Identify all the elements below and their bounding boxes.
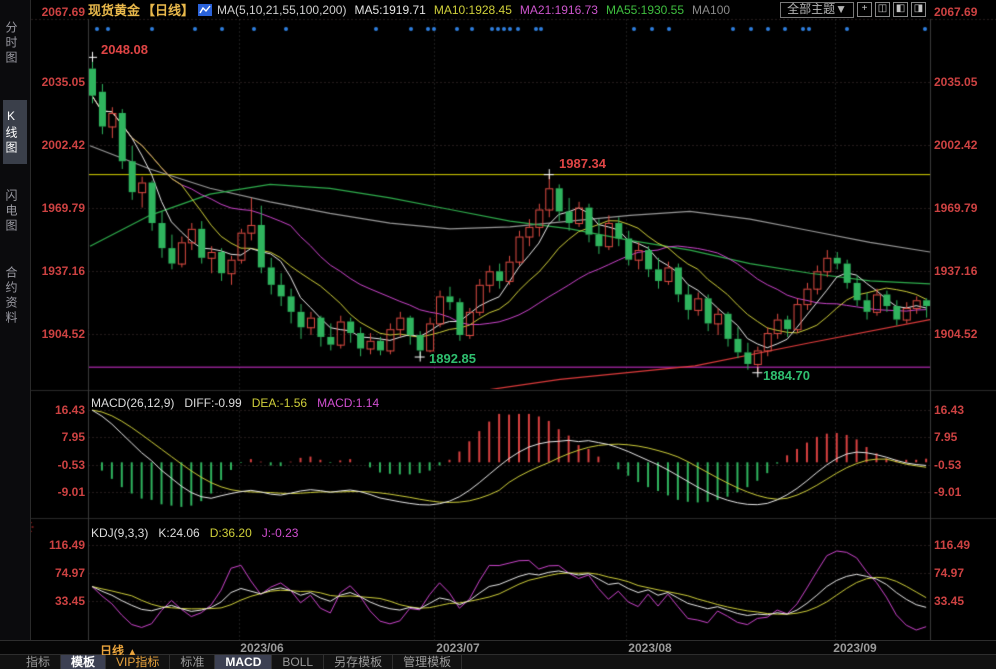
kdj-axis-label-left: 33.45 bbox=[34, 594, 85, 608]
ma100-value: MA100 bbox=[692, 3, 730, 17]
price-axis-label-right: 2002.42 bbox=[934, 138, 977, 152]
tab-standard[interactable]: 标准 bbox=[170, 655, 215, 669]
sidebar-item-timeshare[interactable]: 分时图 bbox=[3, 14, 27, 72]
tab-save-template[interactable]: 另存模板 bbox=[324, 655, 393, 669]
tab-manage-template[interactable]: 管理模板 bbox=[393, 655, 462, 669]
price-annotation-low: 1884.70 bbox=[763, 368, 810, 383]
date-axis-label: 2023/06 bbox=[230, 641, 294, 655]
kdj-axis-label-left: 74.97 bbox=[34, 566, 85, 580]
price-axis-label-left: 1904.52 bbox=[34, 327, 85, 341]
ma55-value: MA55:1930.55 bbox=[606, 3, 684, 17]
price-axis-label-right: 2035.05 bbox=[934, 75, 977, 89]
macd-axis-label-left: 7.95 bbox=[34, 430, 85, 444]
price-annotation-high: 1987.34 bbox=[559, 156, 606, 171]
macd-name: MACD(26,12,9) bbox=[91, 396, 174, 410]
price-axis-label-left: 2035.05 bbox=[34, 75, 85, 89]
ma-group-label: MA(5,10,21,55,100,200) bbox=[217, 3, 346, 17]
pan-icon[interactable]: + bbox=[857, 2, 872, 17]
kdj-k-value: K:24.06 bbox=[158, 526, 199, 540]
kdj-d-value: D:36.20 bbox=[210, 526, 252, 540]
ma5-value: MA5:1919.71 bbox=[354, 3, 425, 17]
macd-axis-label-left: -9.01 bbox=[34, 485, 85, 499]
price-annotation-high: 2048.08 bbox=[101, 42, 148, 57]
period-tag: 【日线】 bbox=[142, 0, 194, 19]
price-annotation-low: 1892.85 bbox=[429, 351, 476, 366]
price-axis-label-right: 1969.79 bbox=[934, 201, 977, 215]
macd-axis-label-left: -0.53 bbox=[34, 458, 85, 472]
kdj-axis-label-right: 33.45 bbox=[934, 594, 964, 608]
macd-macd-value: MACD:1.14 bbox=[317, 396, 379, 410]
main-chart-canvas[interactable] bbox=[0, 0, 996, 669]
kdj-j-value: J:-0.23 bbox=[262, 526, 299, 540]
kdj-axis-label-right: 116.49 bbox=[934, 538, 970, 552]
macd-dea-value: DEA:-1.56 bbox=[252, 396, 307, 410]
date-axis-label: 2023/07 bbox=[426, 641, 490, 655]
macd-indicator-row: MACD(26,12,9) DIFF:-0.99 DEA:-1.56 MACD:… bbox=[91, 396, 379, 410]
trading-app-window: 现货黄金 【日线】 MA(5,10,21,55,100,200) MA5:191… bbox=[0, 0, 996, 669]
tab-templates[interactable]: 模板 bbox=[61, 655, 106, 669]
kdj-indicator-row: KDJ(9,3,3) K:24.06 D:36.20 J:-0.23 bbox=[91, 526, 298, 540]
price-axis-label-right: 1904.52 bbox=[934, 327, 977, 341]
sidebar-item-contract-info[interactable]: 合约资料 bbox=[3, 258, 27, 334]
topbar: 现货黄金 【日线】 MA(5,10,21,55,100,200) MA5:191… bbox=[0, 0, 996, 19]
date-axis-label: 2023/08 bbox=[618, 641, 682, 655]
kline-chart-icon bbox=[198, 4, 212, 16]
price-axis-label-right: 1937.16 bbox=[934, 264, 977, 278]
macd-axis-label-right: 7.95 bbox=[934, 430, 957, 444]
ma21-value: MA21:1916.73 bbox=[520, 3, 598, 17]
theme-dropdown[interactable]: 全部主题▼ bbox=[780, 2, 854, 18]
ma10-value: MA10:1928.45 bbox=[434, 3, 512, 17]
tab-vip-indicators[interactable]: VIP指标 bbox=[106, 655, 170, 669]
tab-boll[interactable]: BOLL bbox=[272, 655, 324, 669]
layout-right-icon[interactable]: ◨ bbox=[911, 2, 926, 17]
tab-macd[interactable]: MACD bbox=[215, 655, 272, 669]
price-axis-label-left: 1969.79 bbox=[34, 201, 85, 215]
price-axis-label-left: 1937.16 bbox=[34, 264, 85, 278]
macd-axis-label-right: -0.53 bbox=[934, 458, 961, 472]
kdj-axis-label-right: 74.97 bbox=[934, 566, 964, 580]
layout-left-icon[interactable]: ◧ bbox=[893, 2, 908, 17]
symbol-name: 现货黄金 bbox=[88, 0, 140, 19]
kdj-axis-label-left: 116.49 bbox=[34, 538, 85, 552]
date-axis-label: 2023/09 bbox=[823, 641, 887, 655]
kdj-name: KDJ(9,3,3) bbox=[91, 526, 148, 540]
macd-axis-label-right: 16.43 bbox=[934, 403, 964, 417]
macd-axis-label-right: -9.01 bbox=[934, 485, 961, 499]
macd-diff-value: DIFF:-0.99 bbox=[184, 396, 241, 410]
bottom-tabbar: 指标 模板 VIP指标 标准 MACD BOLL 另存模板 管理模板 bbox=[0, 655, 996, 669]
sidebar-item-kline[interactable]: K线图 bbox=[3, 100, 27, 164]
tab-indicators[interactable]: 指标 bbox=[16, 655, 61, 669]
sidebar-item-lightning[interactable]: 闪电图 bbox=[3, 182, 27, 240]
price-axis-label-left: 2002.42 bbox=[34, 138, 85, 152]
chart-type-sidebar: 分时图 K线图 闪电图 合约资料 bbox=[0, 0, 31, 640]
macd-axis-label-left: 16.43 bbox=[34, 403, 85, 417]
layout-split-icon[interactable]: ◫ bbox=[875, 2, 890, 17]
